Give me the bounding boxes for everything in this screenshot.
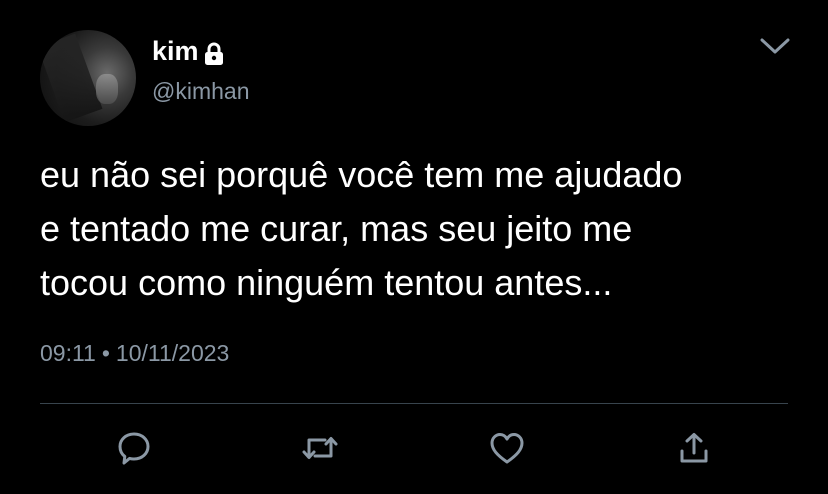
tweet-text: eu não sei porquê você tem me ajudado e …	[40, 154, 683, 303]
lock-icon	[203, 40, 225, 65]
chevron-down-icon[interactable]	[758, 34, 792, 58]
author-handle[interactable]: @kimhan	[152, 76, 250, 106]
heart-icon	[489, 431, 525, 465]
avatar-shade	[40, 33, 103, 123]
action-bar	[0, 420, 828, 476]
retweet-icon	[301, 431, 339, 465]
reply-icon	[116, 430, 152, 466]
display-name-text: kim	[152, 36, 199, 66]
meta-separator: •	[101, 340, 110, 366]
avatar[interactable]	[40, 30, 136, 126]
author-display-name[interactable]: kim	[152, 34, 225, 68]
share-button[interactable]	[674, 428, 714, 468]
retweet-button[interactable]	[300, 428, 340, 468]
tweet-time: 09:11	[40, 340, 96, 366]
reply-button[interactable]	[114, 428, 154, 468]
avatar-highlight	[96, 74, 118, 104]
tweet-card: kim @kimhan eu não sei porquê você tem m…	[0, 0, 828, 494]
tweet-timestamp[interactable]: 09:11 • 10/11/2023	[40, 338, 229, 368]
divider	[40, 403, 788, 404]
share-icon	[678, 431, 710, 465]
like-button[interactable]	[487, 428, 527, 468]
tweet-date: 10/11/2023	[115, 340, 230, 366]
